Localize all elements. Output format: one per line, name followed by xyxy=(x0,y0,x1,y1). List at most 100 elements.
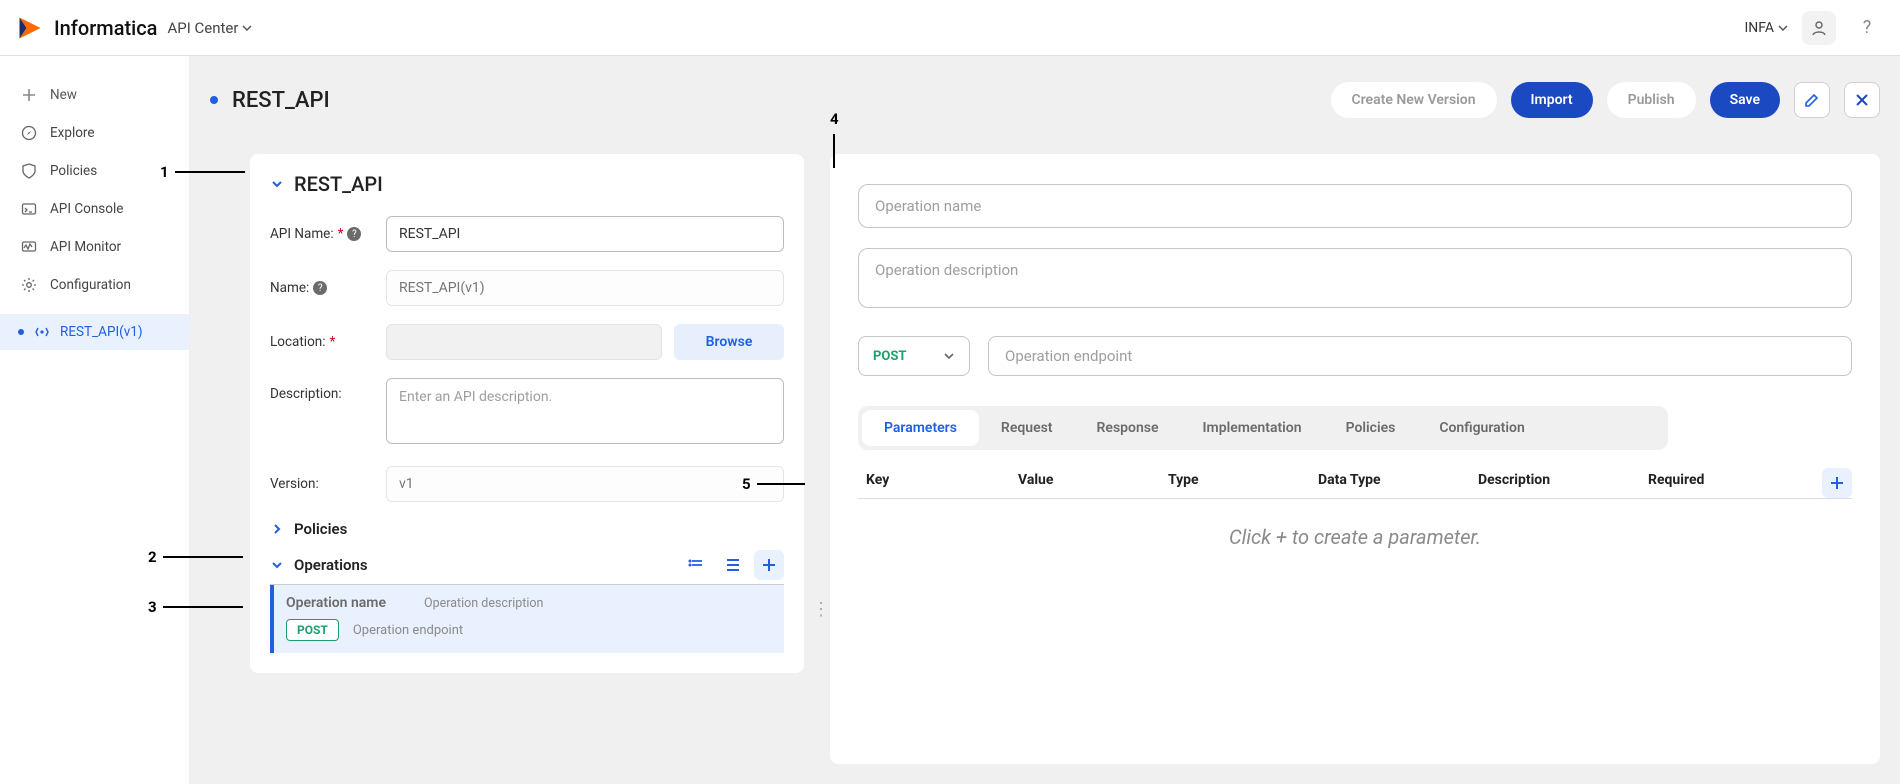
close-icon xyxy=(1855,93,1869,107)
tab-response[interactable]: Response xyxy=(1075,410,1181,446)
description-input[interactable] xyxy=(386,378,784,444)
parameters-header-row: Key Value Type Data Type Description Req… xyxy=(858,472,1852,499)
api-section-header[interactable]: REST_API xyxy=(270,172,784,196)
product-label: API Center xyxy=(167,19,238,37)
operations-toolbar xyxy=(682,550,784,580)
row-api-name: API Name:* ? xyxy=(270,216,784,252)
api-icon xyxy=(34,324,50,340)
import-button[interactable]: Import xyxy=(1511,82,1593,118)
top-header: Informatica API Center INFA ? xyxy=(0,0,1900,56)
operation-description-input[interactable] xyxy=(858,248,1852,308)
api-section-title: REST_API xyxy=(294,172,383,196)
api-details-panel: REST_API API Name:* ? Name: ? Location:*… xyxy=(250,154,804,673)
nav-active-label: REST_API(v1) xyxy=(60,324,143,340)
nav-apiconsole[interactable]: API Console xyxy=(0,190,189,228)
nav-policies[interactable]: Policies xyxy=(0,152,189,190)
api-name-input[interactable] xyxy=(386,216,784,252)
brand-name: Informatica xyxy=(54,16,157,40)
publish-button[interactable]: Publish xyxy=(1607,82,1696,118)
op-endpoint-placeholder: Operation endpoint xyxy=(353,623,463,638)
add-parameter-button[interactable] xyxy=(1822,468,1852,498)
row-location: Location:* Browse xyxy=(270,324,784,360)
org-dropdown[interactable]: INFA xyxy=(1744,20,1788,36)
operations-toggle[interactable]: Operations xyxy=(270,556,368,574)
col-value: Value xyxy=(1018,472,1168,488)
col-key: Key xyxy=(858,472,1018,488)
label-description: Description: xyxy=(270,378,376,402)
help-icon[interactable]: ? xyxy=(1850,11,1884,45)
operation-name-input[interactable] xyxy=(858,184,1852,228)
col-type: Type xyxy=(1168,472,1318,488)
user-icon[interactable] xyxy=(1802,11,1836,45)
op-desc-placeholder: Operation description xyxy=(424,596,543,611)
method-select[interactable]: POST xyxy=(858,336,970,376)
nav-explore[interactable]: Explore xyxy=(0,114,189,152)
nav-new[interactable]: New xyxy=(0,76,189,114)
add-operation-button[interactable] xyxy=(754,550,784,580)
tab-implementation[interactable]: Implementation xyxy=(1181,410,1324,446)
edit-button[interactable] xyxy=(1794,82,1830,118)
operation-details-panel: POST Parameters Request Response Impleme… xyxy=(830,154,1880,764)
content: REST_API Create New Version Import Publi… xyxy=(190,56,1900,784)
nav-config-label: Configuration xyxy=(50,277,131,293)
left-nav: New Explore Policies API Console API Mon… xyxy=(0,56,190,784)
tab-configuration[interactable]: Configuration xyxy=(1417,410,1546,446)
page-title-text: REST_API xyxy=(232,88,330,113)
row-description: Description: xyxy=(270,378,784,448)
create-version-button[interactable]: Create New Version xyxy=(1331,82,1497,118)
op-card-bot: POST Operation endpoint xyxy=(286,619,772,641)
nav-apiconsole-label: API Console xyxy=(50,201,123,217)
col-desc: Description xyxy=(1478,472,1648,488)
op-card-top: Operation name Operation description xyxy=(286,595,772,611)
col-required: Required xyxy=(1648,472,1768,488)
monitor-icon xyxy=(20,238,38,256)
version-input xyxy=(386,466,784,502)
browse-button[interactable]: Browse xyxy=(674,324,784,360)
expand-all-button[interactable] xyxy=(718,550,748,580)
tab-policies[interactable]: Policies xyxy=(1324,410,1418,446)
close-button[interactable] xyxy=(1844,82,1880,118)
shield-icon xyxy=(20,162,38,180)
plus-icon xyxy=(1829,475,1845,491)
chevron-down-icon xyxy=(943,350,955,362)
collapse-all-button[interactable] xyxy=(682,550,712,580)
org-label: INFA xyxy=(1744,20,1774,36)
empty-params-hint: Click + to create a parameter. xyxy=(858,525,1852,549)
row-version: Version: xyxy=(270,466,784,502)
informatica-logo-icon xyxy=(16,14,44,42)
title-dot-icon xyxy=(210,96,218,104)
method-endpoint-row: POST xyxy=(858,336,1852,376)
nav-apimonitor[interactable]: API Monitor xyxy=(0,228,189,266)
page-title: REST_API xyxy=(210,88,330,113)
operation-tabs: Parameters Request Response Implementati… xyxy=(858,406,1668,450)
method-badge: POST xyxy=(286,619,339,641)
help-icon[interactable]: ? xyxy=(313,281,327,295)
save-button[interactable]: Save xyxy=(1710,82,1780,118)
help-icon[interactable]: ? xyxy=(347,227,361,241)
operation-card[interactable]: Operation name Operation description POS… xyxy=(270,585,784,653)
col-datatype: Data Type xyxy=(1318,472,1478,488)
operations-section-header: Operations xyxy=(270,550,784,585)
nav-active-tab[interactable]: REST_API(v1) xyxy=(0,314,189,350)
edit-icon xyxy=(1804,92,1820,108)
label-version: Version: xyxy=(270,476,376,492)
row-name: Name: ? xyxy=(270,270,784,306)
tab-parameters[interactable]: Parameters xyxy=(862,410,979,446)
drag-handle-icon[interactable]: ⋮ xyxy=(812,599,830,620)
tab-request[interactable]: Request xyxy=(979,410,1075,446)
operation-endpoint-input[interactable] xyxy=(988,336,1852,376)
page-strip: REST_API Create New Version Import Publi… xyxy=(210,56,1880,144)
chevron-right-icon xyxy=(270,522,284,536)
operations-title: Operations xyxy=(294,556,368,574)
top-right: INFA ? xyxy=(1744,11,1884,45)
policies-section-header[interactable]: Policies xyxy=(270,520,784,538)
nav-policies-label: Policies xyxy=(50,163,97,179)
plus-icon xyxy=(20,86,38,104)
op-name-placeholder: Operation name xyxy=(286,595,386,611)
nav-apimonitor-label: API Monitor xyxy=(50,239,121,255)
product-switcher[interactable]: API Center xyxy=(167,19,252,37)
active-dot-icon xyxy=(18,329,24,335)
method-label: POST xyxy=(873,349,906,364)
chevron-down-icon xyxy=(270,177,284,191)
nav-configuration[interactable]: Configuration xyxy=(0,266,189,304)
